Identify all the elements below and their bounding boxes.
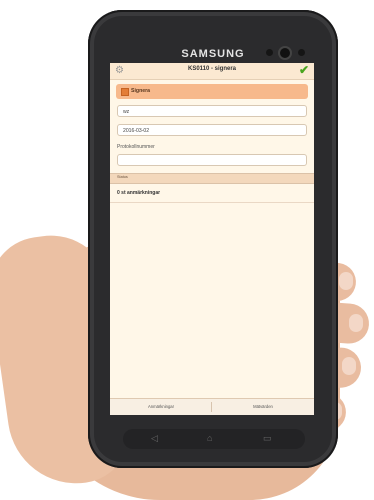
sensor-icon — [266, 49, 273, 56]
status-label: Status — [117, 175, 128, 179]
home-icon[interactable]: ⌂ — [207, 433, 212, 443]
app-header: ⚙ KS0110 - signera ✔ — [110, 63, 314, 80]
sensor-icon — [298, 49, 305, 56]
tab-measurements[interactable]: Mätvärden — [212, 399, 314, 415]
finger-nail-3 — [342, 357, 356, 375]
date-field[interactable]: 2016-03-02 — [117, 124, 307, 136]
remarks-summary: 0 st anmärkningar — [117, 190, 161, 196]
protocol-field[interactable] — [117, 154, 307, 166]
page-title: KS0110 - signera — [187, 66, 237, 72]
tab-remarks[interactable]: Anmärkningar — [110, 399, 212, 415]
initials-field[interactable]: wz — [117, 105, 307, 117]
recent-apps-icon[interactable]: ▭ — [263, 433, 272, 444]
checkbox-icon[interactable] — [121, 88, 129, 96]
front-camera-icon — [280, 48, 290, 58]
divider — [110, 202, 314, 203]
back-icon[interactable]: ◁ — [151, 433, 158, 444]
sign-label: Signera — [131, 88, 151, 94]
status-bar: Status — [110, 173, 314, 184]
bottom-tabs: Anmärkningar Mätvärden — [110, 398, 314, 415]
gear-icon[interactable]: ⚙ — [114, 65, 125, 76]
navigation-bar: ◁ ⌂ ▭ — [123, 429, 305, 449]
finger-nail-1 — [339, 272, 353, 290]
sign-checkbox-row[interactable]: Signera — [116, 84, 308, 99]
app-screen: ⚙ KS0110 - signera ✔ Signera wz 2016-03-… — [110, 63, 314, 415]
protocol-label: Protokollnummer — [117, 144, 155, 150]
checkmark-icon[interactable]: ✔ — [299, 63, 309, 77]
finger-nail-2 — [349, 314, 363, 332]
